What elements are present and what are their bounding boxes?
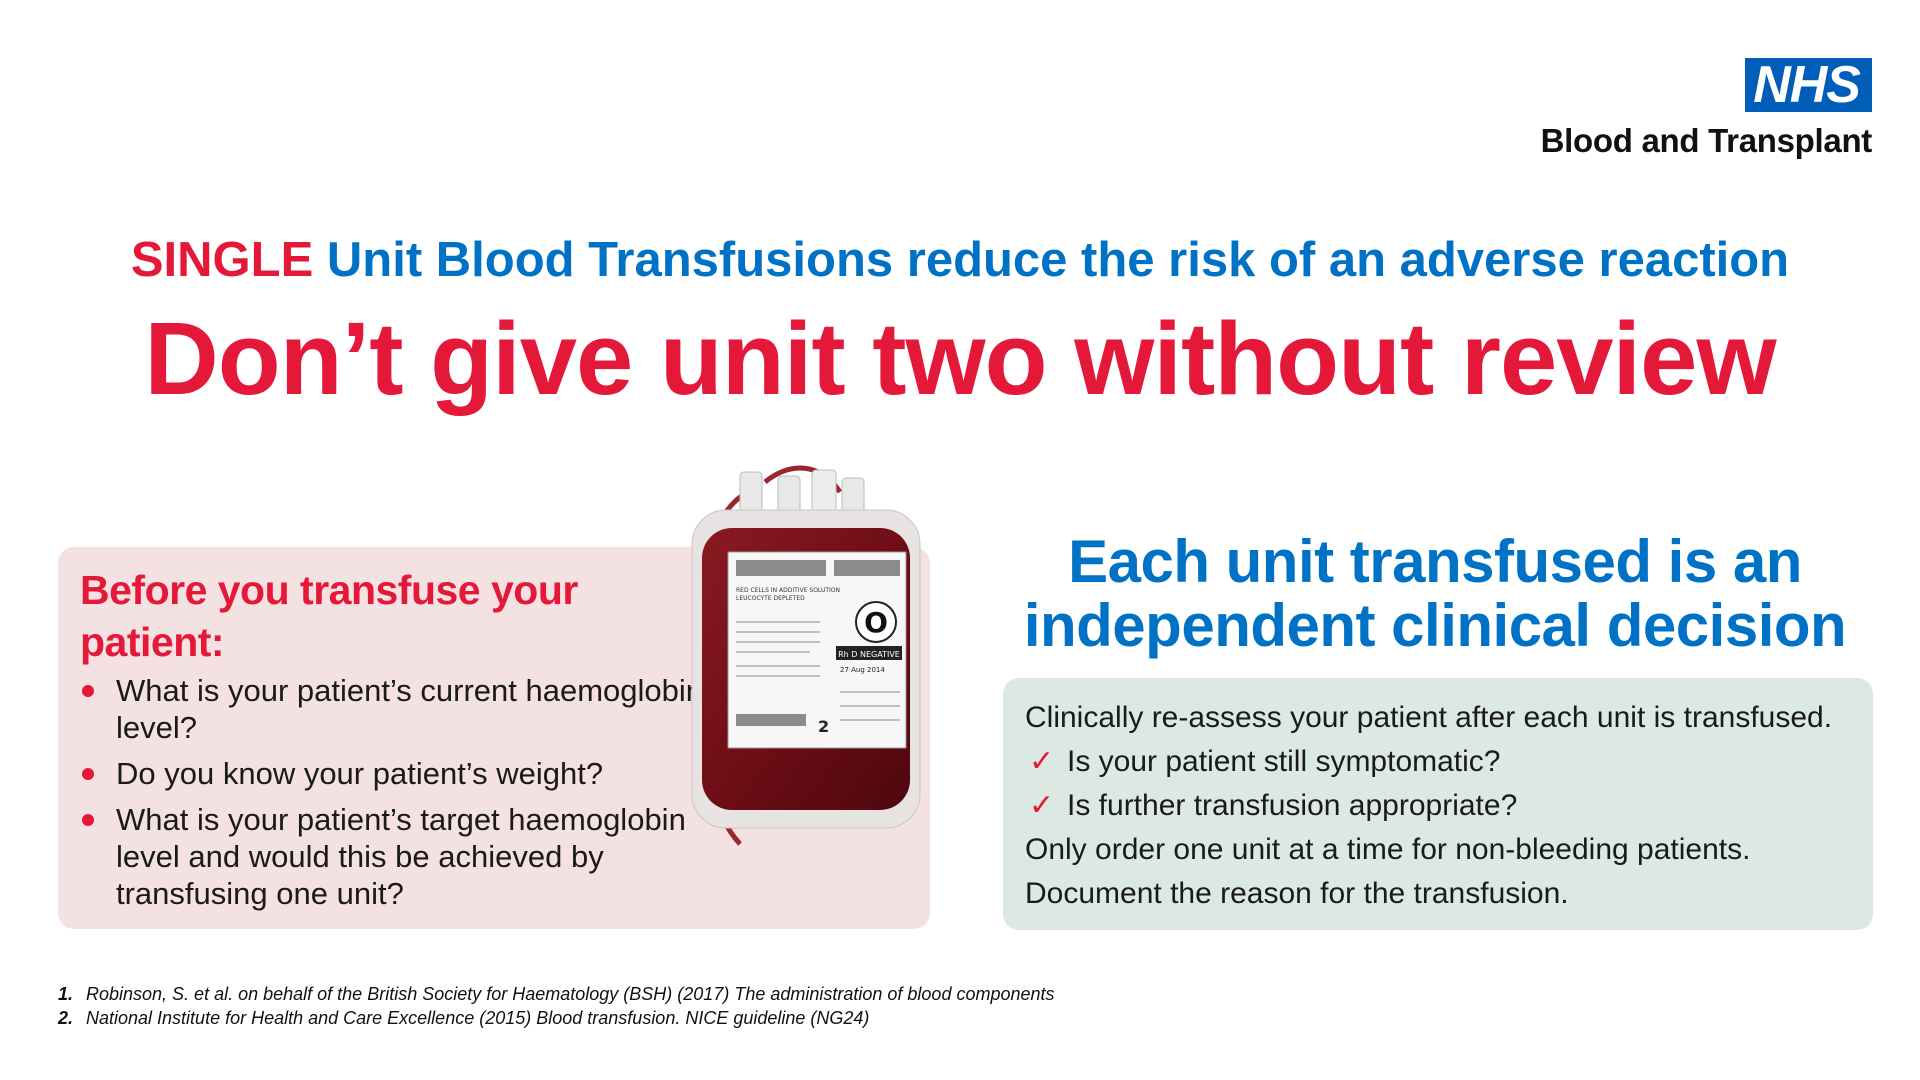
- review-intro: Clinically re-assess your patient after …: [1025, 701, 1833, 734]
- list-item-text: What is your patient’s current haemoglob…: [116, 673, 704, 745]
- references: 1. Robinson, S. et al. on behalf of the B…: [58, 982, 1055, 1030]
- check-icon: ✓: [1029, 745, 1055, 778]
- bullet-icon: [82, 814, 94, 826]
- list-item-text: What is your patient’s target haemoglobi…: [116, 802, 686, 911]
- blood-bag-image: RED CELLS IN ADDITIVE SOLUTION LEUCOCYTE…: [691, 465, 921, 846]
- subheadline: SINGLE Unit Blood Transfusions reduce th…: [0, 232, 1920, 288]
- review-note: Only order one unit at a time for non-bl…: [1025, 833, 1751, 866]
- bullet-icon: [82, 685, 94, 697]
- before-transfuse-title: Before you transfuse your patient:: [80, 567, 578, 665]
- nhs-mark: NHS: [1745, 58, 1872, 112]
- list-item: What is your patient’s target haemoglobi…: [80, 801, 720, 912]
- list-item: What is your patient’s current haemoglob…: [80, 672, 720, 746]
- main-headline: Don’t give unit two without review: [144, 301, 1776, 416]
- bag-product-label: RED CELLS IN ADDITIVE SOLUTION: [736, 587, 840, 594]
- bag-leuco-label: LEUCOCYTE DEPLETED: [736, 595, 805, 602]
- bag-blood-group: O: [864, 606, 888, 639]
- review-note: Document the reason for the transfusion.: [1025, 877, 1569, 910]
- bag-rh-label: Rh D NEGATIVE: [838, 650, 900, 659]
- bag-expiry: 27 Aug 2014: [840, 666, 885, 674]
- independent-decision-title: Each unit transfused is an independent c…: [1023, 528, 1847, 659]
- reference-number: 2.: [58, 1008, 74, 1028]
- reference-item: 1. Robinson, S. et al. on behalf of the B…: [58, 982, 1055, 1006]
- organisation-name: Blood and Transplant: [1540, 122, 1873, 159]
- list-item-text: Do you know your patient’s weight?: [116, 756, 604, 791]
- bullet-icon: [82, 768, 94, 780]
- check-item-text: Is your patient still symptomatic?: [1067, 745, 1501, 778]
- reference-item: 2. National Institute for Health and Care…: [58, 1006, 1055, 1030]
- bag-unit-number: 2: [818, 717, 829, 736]
- reference-text: National Institute for Health and Care E…: [86, 1008, 870, 1028]
- nhs-logo: NHS Blood and Transplant: [1541, 58, 1872, 160]
- subheadline-text: Unit Blood Transfusions reduce the risk …: [313, 233, 1790, 287]
- reference-number: 1.: [58, 984, 74, 1004]
- check-item: ✓ Is further transfusion appropriate?: [1025, 784, 1865, 828]
- list-item: Do you know your patient’s weight?: [80, 755, 720, 792]
- reference-text: Robinson, S. et al. on behalf of the Bri…: [86, 984, 1055, 1004]
- review-content: Clinically re-assess your patient after …: [1025, 696, 1865, 916]
- subheadline-emphasis: SINGLE: [130, 233, 314, 287]
- check-icon: ✓: [1029, 789, 1055, 822]
- before-transfuse-list: What is your patient’s current haemoglob…: [80, 672, 720, 921]
- check-item-text: Is further transfusion appropriate?: [1067, 789, 1518, 822]
- check-item: ✓ Is your patient still symptomatic?: [1025, 740, 1865, 784]
